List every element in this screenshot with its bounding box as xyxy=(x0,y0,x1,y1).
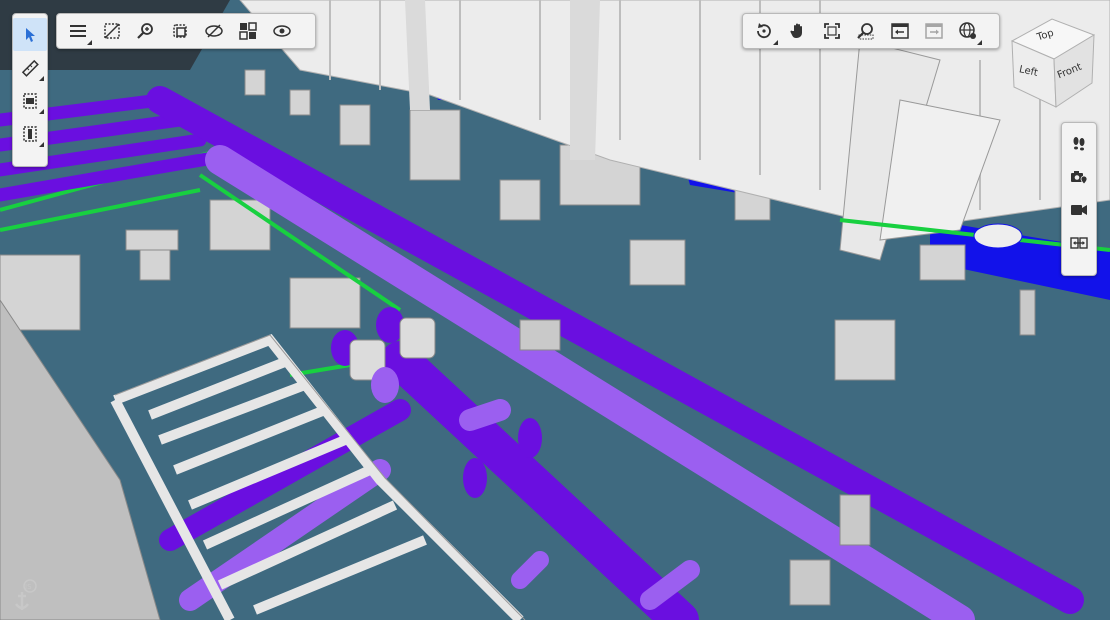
model-tree-button[interactable] xyxy=(61,14,95,48)
section-button[interactable] xyxy=(13,84,47,117)
js-logo-icon: JS xyxy=(15,579,37,610)
compare-button[interactable] xyxy=(1062,226,1096,259)
explode-button[interactable] xyxy=(231,14,265,48)
menu-icon xyxy=(70,25,86,37)
zoom-selection-button[interactable] xyxy=(129,14,163,48)
3d-viewport[interactable] xyxy=(0,0,1110,620)
walk-button[interactable] xyxy=(1062,127,1096,160)
show-all-button[interactable] xyxy=(265,14,299,48)
tools-toolbar xyxy=(12,13,48,167)
footsteps-icon xyxy=(1073,136,1085,150)
compare-icon xyxy=(1070,236,1088,249)
saved-views-button[interactable] xyxy=(1062,160,1096,193)
cursor-icon xyxy=(26,27,35,42)
orbit-icon xyxy=(757,23,771,39)
pan-button[interactable] xyxy=(781,14,815,48)
back-view-icon xyxy=(891,23,909,39)
eye-slash-icon xyxy=(205,24,223,38)
transparency-button[interactable] xyxy=(95,14,129,48)
ruler-icon xyxy=(21,59,39,77)
model-toolbar xyxy=(56,13,316,49)
video-camera-icon xyxy=(1071,204,1087,215)
hand-icon xyxy=(790,23,802,39)
zoom-window-icon xyxy=(857,23,874,40)
transparency-icon xyxy=(104,23,120,39)
globe-icon xyxy=(959,22,976,39)
forward-view-icon xyxy=(925,23,943,39)
isolate-button[interactable] xyxy=(163,14,197,48)
measure-button[interactable] xyxy=(13,51,47,84)
next-view-button[interactable] xyxy=(917,14,951,48)
zoom-extents-button[interactable] xyxy=(815,14,849,48)
grid-icon xyxy=(239,22,257,40)
navigation-toolbar xyxy=(742,13,1000,49)
hide-button[interactable] xyxy=(197,14,231,48)
camera-pin-icon xyxy=(1071,170,1088,185)
isolate-icon xyxy=(173,24,187,38)
projection-button[interactable] xyxy=(951,14,985,48)
zoom-icon xyxy=(137,23,153,39)
section-box-button[interactable] xyxy=(13,117,47,150)
section-plane-icon xyxy=(23,92,37,109)
previous-view-button[interactable] xyxy=(883,14,917,48)
select-button[interactable] xyxy=(13,18,47,51)
orbit-button[interactable] xyxy=(747,14,781,48)
camera-toolbar xyxy=(1061,122,1097,276)
svg-text:JS: JS xyxy=(24,583,32,591)
section-box-icon xyxy=(23,125,37,142)
zoom-window-button[interactable] xyxy=(849,14,883,48)
fit-icon xyxy=(824,23,840,39)
eye-icon xyxy=(273,25,291,37)
camera-button[interactable] xyxy=(1062,193,1096,226)
